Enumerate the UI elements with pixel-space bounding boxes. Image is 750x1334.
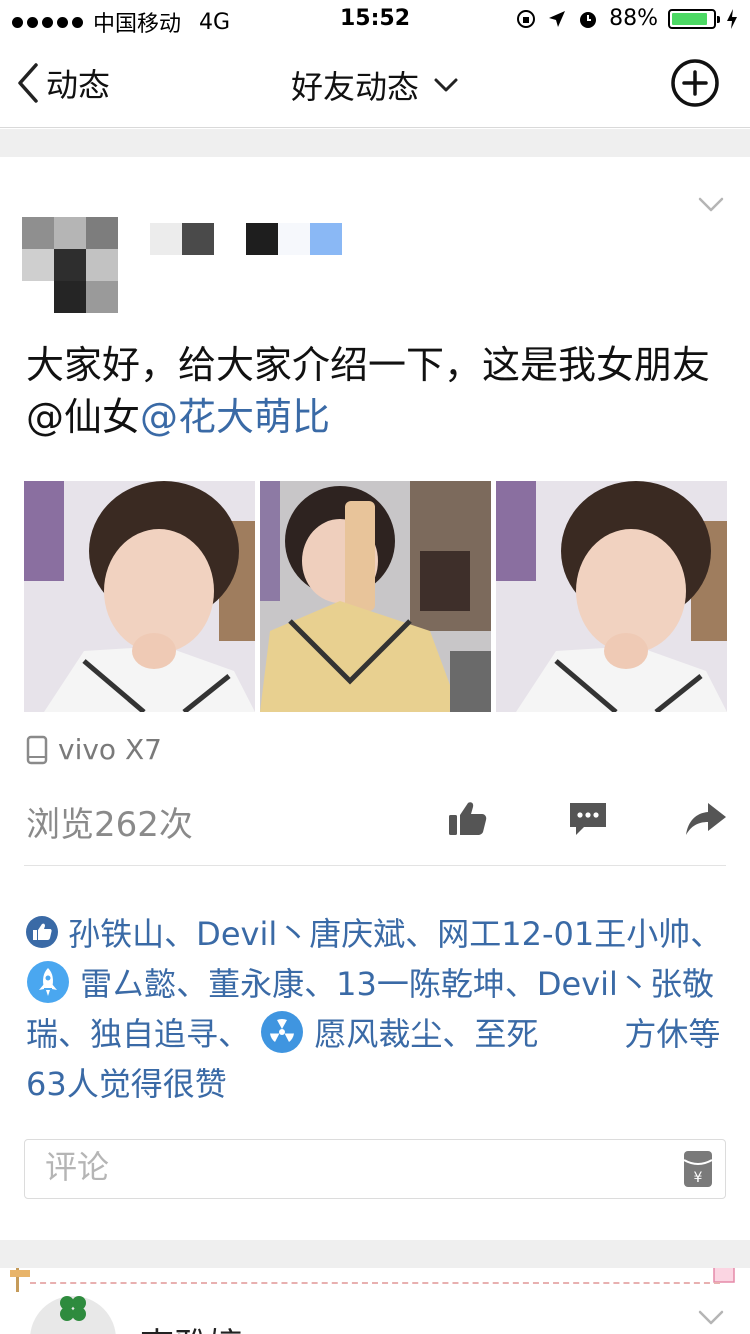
share-button[interactable] [684, 797, 728, 841]
next-feed-post: 李雅婷 [0, 1268, 750, 1334]
view-count: 浏览262次 [26, 805, 193, 845]
device-info: vivo X7 [26, 733, 162, 766]
comment-button[interactable] [566, 797, 610, 841]
next-post-menu-chevron-icon[interactable] [698, 1310, 724, 1326]
red-packet-icon[interactable]: ¥ [683, 1150, 713, 1188]
like-button[interactable] [446, 797, 490, 841]
battery-fill [672, 12, 708, 25]
likes-names-3[interactable]: 愿风裁尘、至死 [314, 1015, 538, 1053]
dashed-divider [30, 1282, 720, 1284]
photo-grid [24, 481, 727, 712]
feed-post: 大家好，给大家介绍一下，这是我女朋友@仙女@花大萌比 vivo X7 浏览262… [0, 157, 750, 1240]
add-post-button[interactable] [670, 58, 720, 108]
likes-names-1[interactable]: 孙铁山、Devil丶唐庆斌、网工12-01王小帅、 [68, 915, 722, 953]
post-menu-chevron-icon[interactable] [698, 197, 724, 213]
separator-band [0, 129, 750, 157]
status-right: 88% [515, 6, 738, 31]
charging-bolt-icon [727, 8, 737, 29]
phone-icon [26, 735, 48, 764]
nav-title-dropdown[interactable]: 好友动态 [0, 62, 750, 108]
author-name-pixelated[interactable] [150, 223, 342, 255]
likes-list: 孙铁山、Devil丶唐庆斌、网工12-01王小帅、 雷厶懿、董永康、13一陈乾坤… [26, 909, 726, 1109]
comment-box[interactable]: ¥ [24, 1139, 726, 1199]
post-text: 大家好，给大家介绍一下，这是我女朋友@仙女 [26, 343, 711, 439]
photo-3[interactable] [496, 481, 727, 712]
signpost-icon [10, 1268, 30, 1292]
divider [24, 865, 726, 866]
post-content: 大家好，给大家介绍一下，这是我女朋友@仙女@花大萌比 [26, 339, 726, 443]
like-badge-icon [26, 916, 58, 948]
separator-band-2 [0, 1240, 750, 1268]
clover-icon [60, 1296, 86, 1321]
photo-2[interactable] [260, 481, 491, 712]
navigation-bar: 动态 好友动态 [0, 40, 750, 128]
rocket-badge-icon [27, 961, 69, 1003]
photo-1[interactable] [24, 481, 255, 712]
author-avatar[interactable] [22, 217, 118, 321]
svg-text:¥: ¥ [694, 1170, 703, 1186]
mention-link[interactable]: @花大萌比 [140, 395, 330, 439]
next-author-name[interactable]: 李雅婷 [140, 1318, 242, 1334]
device-name: vivo X7 [58, 733, 162, 766]
status-bar: 中国移动 4G 15:52 88% [0, 0, 750, 40]
battery-percent: 88% [609, 6, 658, 31]
radiation-badge-icon [261, 1011, 304, 1053]
alarm-icon [580, 11, 597, 28]
orientation-lock-icon [517, 9, 536, 28]
location-arrow-icon [549, 10, 566, 27]
chevron-down-icon [434, 78, 458, 92]
battery-icon [668, 8, 720, 29]
page-title: 好友动态 [290, 68, 419, 106]
comment-input[interactable] [45, 1148, 645, 1186]
